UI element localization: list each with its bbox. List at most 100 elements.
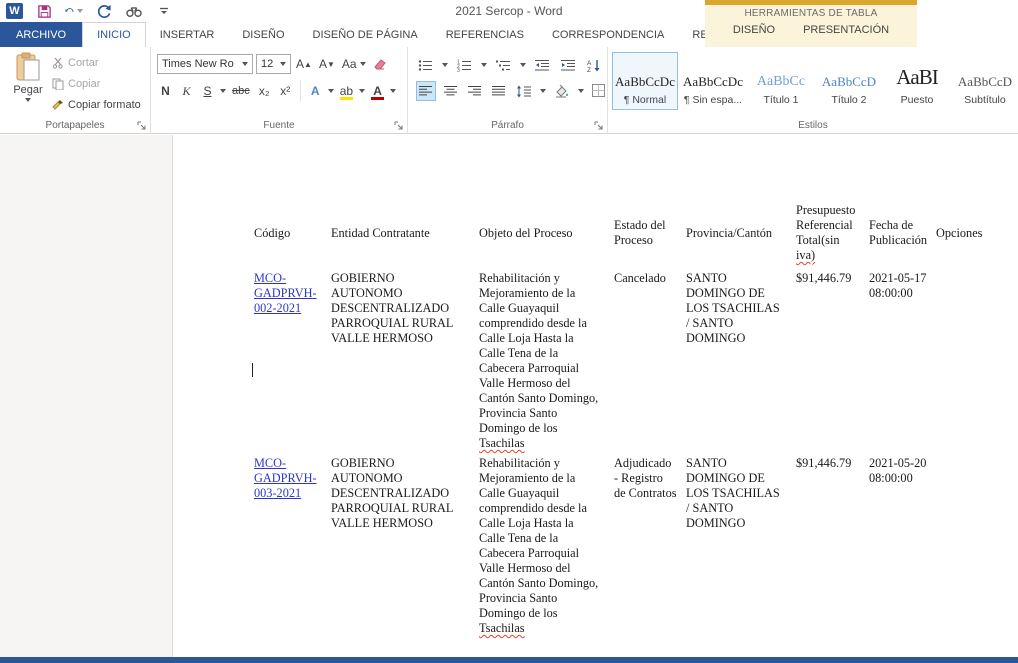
subscript-button[interactable]: x₂ <box>256 81 273 101</box>
clipboard-dialog-launcher-icon[interactable] <box>137 121 147 131</box>
provincia-cell: SANTO DOMINGO DE LOS TSACHILAS / SANTO D… <box>686 456 796 531</box>
copy-icon <box>52 78 64 90</box>
paste-dropdown-caret[interactable] <box>25 98 31 102</box>
tab-table-design[interactable]: DISEÑO <box>723 21 785 39</box>
text-effects-button[interactable]: A <box>307 81 324 101</box>
italic-button[interactable]: K <box>178 81 195 101</box>
line-spacing-icon[interactable] <box>514 81 534 101</box>
svg-text:Z: Z <box>587 67 591 72</box>
status-bar <box>0 657 1018 663</box>
shrink-font-button[interactable]: A▼ <box>317 54 337 74</box>
style-normal[interactable]: AaBbCcDc ¶ Normal <box>612 52 678 110</box>
clipboard-group-label: Portapapeles <box>0 120 150 131</box>
superscript-button[interactable]: x² <box>277 81 294 101</box>
styles-group-label: Estilos <box>608 120 1018 131</box>
highlight-color-button[interactable]: ab <box>338 81 355 101</box>
font-color-button[interactable]: A <box>369 81 386 101</box>
cut-label: Cortar <box>68 57 99 69</box>
cut-button[interactable]: Cortar <box>52 54 141 71</box>
text-cursor <box>252 363 253 377</box>
process-link[interactable]: MCO- GADPRVH- 003-2021 <box>254 456 317 500</box>
clear-formatting-icon[interactable] <box>371 54 389 74</box>
entidad-cell: GOBIERNO AUTONOMO DESCENTRALIZADO PARROQ… <box>331 456 479 531</box>
estado-cell: Adjudicado - Registro de Contratos <box>614 456 686 501</box>
header-objeto: Objeto del Proceso <box>479 226 614 241</box>
tab-diseno-de-pagina[interactable]: DISEÑO DE PÁGINA <box>299 22 432 47</box>
font-dialog-launcher-icon[interactable] <box>394 121 404 131</box>
format-painter-button[interactable]: Copiar formato <box>52 96 141 113</box>
header-estado: Estado del Proceso <box>614 218 686 248</box>
font-family-combobox[interactable]: Times New Ro <box>157 54 253 74</box>
header-opciones: Opciones <box>936 226 991 241</box>
font-color-dropdown-caret[interactable] <box>390 89 396 93</box>
misspelled-word: iva) <box>796 248 815 262</box>
sort-icon[interactable]: AZ <box>585 55 604 75</box>
bullets-dropdown-caret[interactable] <box>442 63 448 67</box>
numbering-icon[interactable]: 123 <box>455 55 474 75</box>
table-tools-contextual-group: HERRAMIENTAS DE TABLA DISEÑO PRESENTACIÓ… <box>705 0 917 47</box>
header-provincia: Provincia/Cantón <box>686 226 796 241</box>
document-page[interactable]: Código Entidad Contratante Objeto del Pr… <box>172 135 1018 657</box>
tab-insertar[interactable]: INSERTAR <box>146 22 229 47</box>
font-size-value: 12 <box>261 58 273 70</box>
style-subtitle[interactable]: AaBbCcD Subtítulo <box>952 52 1018 110</box>
strikethrough-button[interactable]: abc <box>230 81 252 101</box>
process-table: Código Entidad Contratante Objeto del Pr… <box>254 201 1018 641</box>
justify-icon[interactable] <box>490 81 508 101</box>
copy-button[interactable]: Copiar <box>52 75 141 92</box>
presupuesto-cell: $91,446.79 <box>796 271 869 286</box>
header-codigo: Código <box>254 226 331 241</box>
font-size-combobox[interactable]: 12 <box>256 54 291 74</box>
style-title[interactable]: AaBI Puesto <box>884 52 950 110</box>
underline-button[interactable]: S <box>199 81 216 101</box>
font-family-value: Times New Ro <box>162 58 234 70</box>
shading-dropdown-caret[interactable] <box>578 89 584 93</box>
paste-label: Pegar <box>13 84 42 96</box>
increase-indent-icon[interactable] <box>559 55 578 75</box>
style-no-spacing[interactable]: AaBbCcDc ¶ Sin espa... <box>680 52 746 110</box>
objeto-cell: Rehabilitación y Mejoramiento de la Call… <box>479 456 614 636</box>
align-right-icon[interactable] <box>466 81 484 101</box>
grow-font-button[interactable]: A▲ <box>294 54 314 74</box>
tab-inicio[interactable]: INICIO <box>82 22 146 47</box>
entidad-cell: GOBIERNO AUTONOMO DESCENTRALIZADO PARROQ… <box>331 271 479 346</box>
style-heading1[interactable]: AaBbCc Título 1 <box>748 52 814 110</box>
tab-correspondencia[interactable]: CORRESPONDENCIA <box>538 22 678 47</box>
tab-table-layout[interactable]: PRESENTACIÓN <box>793 21 899 39</box>
svg-text:3: 3 <box>457 68 460 72</box>
bold-button[interactable]: N <box>157 81 174 101</box>
header-presupuesto: Presupuesto Referencial Total(sin iva) <box>796 203 869 263</box>
paragraph-dialog-launcher-icon[interactable] <box>594 121 604 131</box>
text-effects-dropdown-caret[interactable] <box>328 89 334 93</box>
font-group: Times New Ro 12 A▲ A▼ Aa N K S abc x₂ <box>151 47 408 133</box>
word-window: W 2021 Sercop - Word HERRAMIENTAS DE TAB… <box>0 0 1018 663</box>
provincia-cell: SANTO DOMINGO DE LOS TSACHILAS / SANTO D… <box>686 271 796 346</box>
table-header-row: Código Entidad Contratante Objeto del Pr… <box>254 201 1018 265</box>
ribbon: Pegar Cortar Copiar <box>0 47 1018 134</box>
line-spacing-dropdown-caret[interactable] <box>540 89 546 93</box>
underline-dropdown-caret[interactable] <box>220 89 226 93</box>
table-tools-header: HERRAMIENTAS DE TABLA <box>705 5 917 19</box>
borders-icon[interactable] <box>590 81 608 101</box>
shading-icon[interactable] <box>552 81 572 101</box>
multilevel-dropdown-caret[interactable] <box>520 63 526 67</box>
objeto-cell: Rehabilitación y Mejoramiento de la Call… <box>479 271 614 451</box>
style-heading2[interactable]: AaBbCcD Título 2 <box>816 52 882 110</box>
align-center-icon[interactable] <box>442 81 460 101</box>
multilevel-list-icon[interactable] <box>494 55 513 75</box>
change-case-button[interactable]: Aa <box>340 54 368 74</box>
clipboard-group: Pegar Cortar Copiar <box>0 47 151 133</box>
highlight-dropdown-caret[interactable] <box>359 89 365 93</box>
tab-archivo[interactable]: ARCHIVO <box>0 22 82 47</box>
table-row: MCO- GADPRVH- 002-2021 GOBIERNO AUTONOMO… <box>254 271 1018 456</box>
numbering-dropdown-caret[interactable] <box>481 63 487 67</box>
tab-referencias[interactable]: REFERENCIAS <box>432 22 538 47</box>
misspelled-word: Tsachilas <box>479 621 525 635</box>
decrease-indent-icon[interactable] <box>533 55 552 75</box>
table-row: MCO- GADPRVH- 003-2021 GOBIERNO AUTONOMO… <box>254 456 1018 641</box>
process-link[interactable]: MCO- GADPRVH- 002-2021 <box>254 271 317 315</box>
paste-button[interactable]: Pegar <box>8 52 48 118</box>
align-left-icon[interactable] <box>416 81 436 101</box>
tab-diseno[interactable]: DISEÑO <box>228 22 298 47</box>
bullets-icon[interactable] <box>416 55 435 75</box>
